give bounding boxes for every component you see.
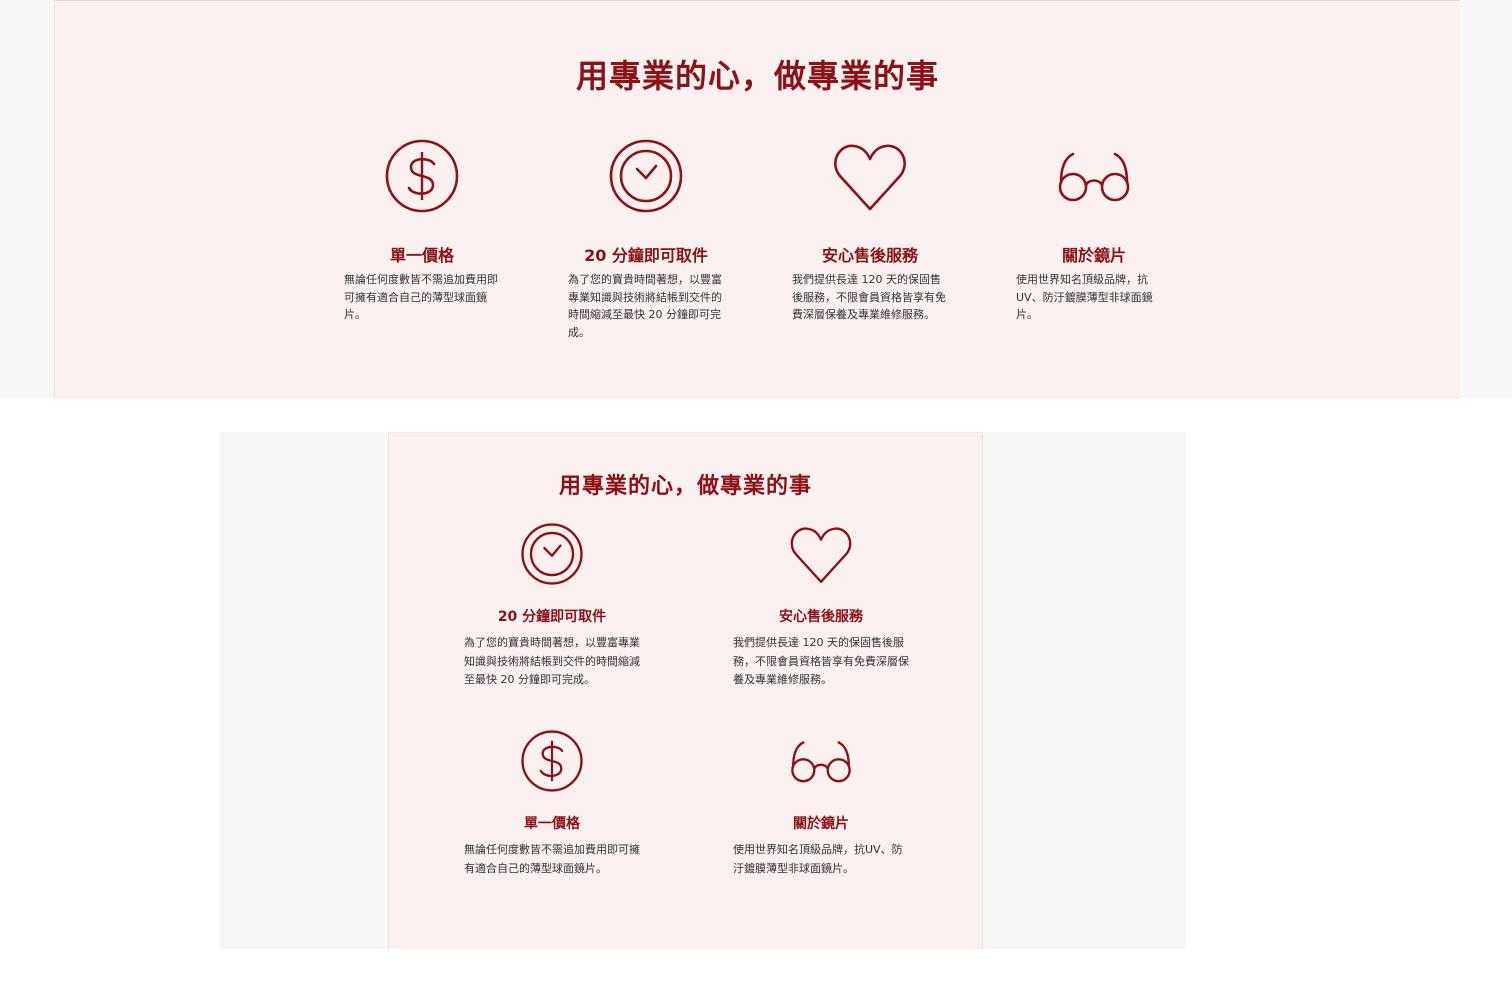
feature-title: 關於鏡片 xyxy=(793,816,849,832)
desktop-features-section: 用專業的心，做專業的事 單一價格 無論任何度數皆不需追加費用即可擁有適合自己的薄… xyxy=(54,0,1460,399)
heart-icon xyxy=(790,527,852,583)
mobile-features-section: 用專業的心，做專業的事 20 分鐘即可取件 為了您的寶貴時間著想，以豐富專業知識… xyxy=(388,432,983,949)
feature-description: 我們提供長達 120 天的保固售後服務，不限會員資格皆享有免費深層保養及專業維修… xyxy=(792,273,946,321)
clock-icon xyxy=(521,523,583,585)
feature-after-sales: 安心售後服務 我們提供長達 120 天的保固售後服務，不限會員資格皆享有免費深層… xyxy=(733,522,909,690)
feature-title: 單一價格 xyxy=(524,816,580,832)
feature-description: 使用世界知名頂級品牌，抗UV、防汙鍍膜薄型非球面鏡片。 xyxy=(733,843,903,875)
section-heading: 用專業的心，做專業的事 xyxy=(558,474,812,499)
feature-title: 安心售後服務 xyxy=(821,246,918,265)
feature-description: 無論任何度數皆不需追加費用即可擁有適合自己的薄型球面鏡片。 xyxy=(344,273,498,321)
feature-quick-pickup: 20 分鐘即可取件 為了您的寶貴時間著想，以豐富專業知識與技術將結帳到交件的時間… xyxy=(568,138,724,341)
feature-title: 20 分鐘即可取件 xyxy=(497,609,607,625)
feature-single-price: 單一價格 無論任何度數皆不需追加費用即可擁有適合自己的薄型球面鏡片。 xyxy=(464,729,640,878)
dollar-icon xyxy=(521,730,583,792)
feature-title: 20 分鐘即可取件 xyxy=(584,246,708,265)
feature-quick-pickup: 20 分鐘即可取件 為了您的寶貴時間著想，以豐富專業知識與技術將結帳到交件的時間… xyxy=(464,522,640,690)
feature-description: 無論任何度數皆不需追加費用即可擁有適合自己的薄型球面鏡片。 xyxy=(464,843,640,875)
section-heading: 用專業的心，做專業的事 xyxy=(575,57,939,95)
feature-after-sales: 安心售後服務 我們提供長達 120 天的保固售後服務，不限會員資格皆享有免費深層… xyxy=(792,138,948,324)
feature-about-lens: 關於鏡片 使用世界知名頂級品牌，抗UV、防汙鍍膜薄型非球面鏡片。 xyxy=(733,729,909,878)
glasses-icon xyxy=(791,741,851,783)
feature-description: 使用世界知名頂級品牌，抗UV、防汙鍍膜薄型非球面鏡片。 xyxy=(1016,273,1153,321)
feature-about-lens: 關於鏡片 使用世界知名頂級品牌，抗UV、防汙鍍膜薄型非球面鏡片。 xyxy=(1016,138,1172,324)
feature-title: 單一價格 xyxy=(389,246,454,265)
heart-icon xyxy=(834,144,906,211)
feature-description: 我們提供長達 120 天的保固售後服務，不限會員資格皆享有免費深層保養及專業維修… xyxy=(733,636,909,686)
glasses-icon xyxy=(1058,152,1130,202)
feature-title: 關於鏡片 xyxy=(1061,246,1126,265)
feature-title: 安心售後服務 xyxy=(779,609,863,625)
clock-icon xyxy=(609,139,683,213)
feature-single-price: 單一價格 無論任何度數皆不需追加費用即可擁有適合自己的薄型球面鏡片。 xyxy=(344,138,500,324)
dollar-icon xyxy=(385,139,459,213)
feature-description: 為了您的寶貴時間著想，以豐富專業知識與技術將結帳到交件的時間縮減至最快 20 分… xyxy=(464,636,640,686)
feature-description: 為了您的寶貴時間著想，以豐富專業知識與技術將結帳到交件的時間縮減至最快 20 分… xyxy=(568,273,722,339)
